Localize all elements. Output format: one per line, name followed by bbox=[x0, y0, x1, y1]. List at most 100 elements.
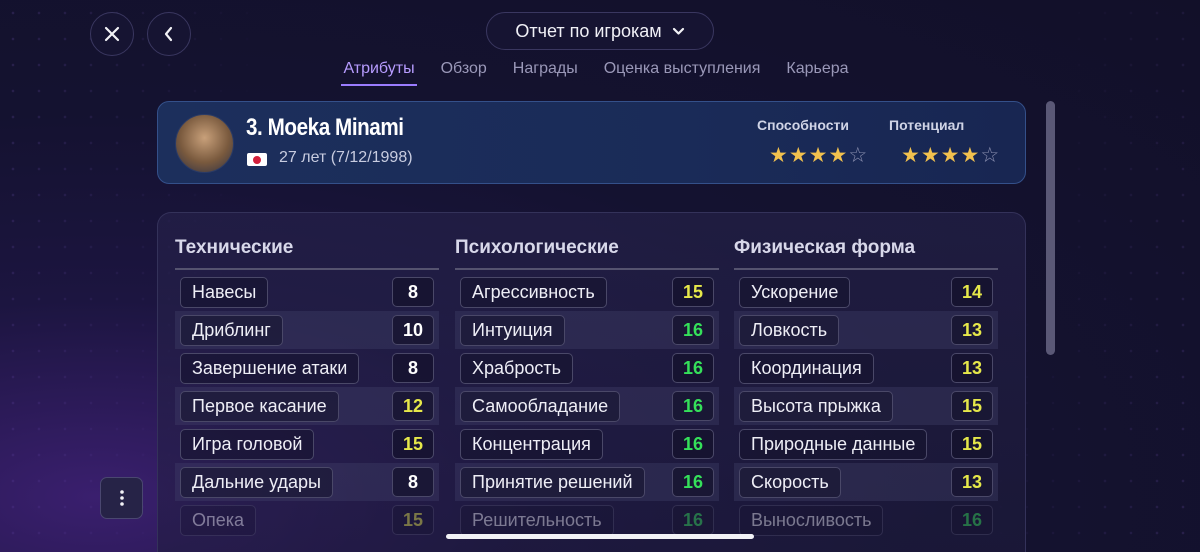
attribute-value: 16 bbox=[672, 391, 714, 421]
attribute-value: 8 bbox=[392, 353, 434, 383]
attribute-row[interactable]: Опека 15 bbox=[175, 501, 439, 539]
attribute-value: 16 bbox=[672, 505, 714, 535]
star-filled-icon: ★ bbox=[920, 143, 941, 167]
tab-performance[interactable]: Оценка выступления bbox=[602, 58, 763, 86]
attribute-value: 15 bbox=[951, 391, 993, 421]
attribute-list: Навесы 8 Дриблинг 10 Завершение атаки 8 Первое… bbox=[175, 273, 439, 539]
attribute-name: Ускорение bbox=[739, 276, 851, 308]
attribute-value: 13 bbox=[951, 315, 993, 345]
attribute-row[interactable]: Завершение атаки 8 bbox=[175, 349, 439, 387]
attribute-row[interactable]: Координация 13 bbox=[734, 349, 998, 387]
tab-career[interactable]: Карьера bbox=[784, 58, 850, 86]
player-name: 3. Moeka Minami bbox=[246, 114, 404, 141]
star-empty-icon: ☆ bbox=[848, 143, 869, 167]
star-empty-icon: ☆ bbox=[980, 143, 1001, 167]
attribute-value: 8 bbox=[392, 467, 434, 497]
attribute-value: 16 bbox=[672, 467, 714, 497]
attribute-name: Первое касание bbox=[180, 390, 339, 422]
attribute-row[interactable]: Дальние удары 8 bbox=[175, 463, 439, 501]
attribute-name: Завершение атаки bbox=[180, 352, 360, 384]
star-filled-icon: ★ bbox=[788, 143, 809, 167]
attribute-name: Выносливость bbox=[739, 504, 884, 536]
attribute-row[interactable]: Высота прыжка 15 bbox=[734, 387, 998, 425]
attribute-name: Ловкость bbox=[739, 314, 840, 346]
tab-overview[interactable]: Обзор bbox=[439, 58, 489, 86]
potential-label: Потенциал bbox=[889, 117, 965, 133]
attribute-row[interactable]: Игра головой 15 bbox=[175, 425, 439, 463]
star-filled-icon: ★ bbox=[940, 143, 961, 167]
attribute-row[interactable]: Концентрация 16 bbox=[455, 425, 719, 463]
attributes-panel: Технические Навесы 8 Дриблинг 10 Завершение … bbox=[157, 212, 1026, 552]
attribute-name: Координация bbox=[739, 352, 874, 384]
attribute-name: Принятие решений bbox=[460, 466, 645, 498]
star-filled-icon: ★ bbox=[808, 143, 829, 167]
attribute-value: 16 bbox=[951, 505, 993, 535]
ability-stars: ★★★★☆ bbox=[769, 145, 868, 166]
attribute-value: 15 bbox=[392, 505, 434, 535]
attribute-list: Агрессивность 15 Интуиция 16 Храбрость 16 Само… bbox=[455, 273, 719, 539]
attribute-row[interactable]: Принятие решений 16 bbox=[455, 463, 719, 501]
chevron-down-icon bbox=[672, 27, 684, 35]
chevron-left-icon bbox=[164, 26, 173, 42]
scrollbar[interactable] bbox=[1046, 101, 1055, 355]
back-button[interactable] bbox=[147, 12, 191, 56]
attribute-row[interactable]: Выносливость 16 bbox=[734, 501, 998, 539]
attribute-row[interactable]: Дриблинг 10 bbox=[175, 311, 439, 349]
column-title: Технические bbox=[175, 237, 439, 270]
more-options-button[interactable] bbox=[100, 477, 143, 519]
star-filled-icon: ★ bbox=[960, 143, 981, 167]
attribute-row[interactable]: Скорость 13 bbox=[734, 463, 998, 501]
attribute-value: 16 bbox=[672, 429, 714, 459]
report-tabs: Атрибуты Обзор Награды Оценка выступлени… bbox=[0, 58, 1200, 86]
attribute-name: Скорость bbox=[739, 466, 841, 498]
column-title: Психологические bbox=[455, 237, 719, 270]
attribute-name: Опека bbox=[180, 504, 257, 536]
japan-flag-icon bbox=[247, 153, 267, 166]
attribute-name: Высота прыжка bbox=[739, 390, 893, 422]
attribute-value: 13 bbox=[951, 353, 993, 383]
player-age: 27 лет (7/12/1998) bbox=[279, 149, 413, 166]
attribute-value: 8 bbox=[392, 277, 434, 307]
attribute-row[interactable]: Самообладание 16 bbox=[455, 387, 719, 425]
column-physical: Физическая форма Ускорение 14 Ловкость 13 Ко… bbox=[734, 237, 998, 539]
potential-stars: ★★★★☆ bbox=[901, 145, 1000, 166]
more-vertical-icon bbox=[119, 490, 124, 506]
close-icon bbox=[104, 26, 120, 42]
attribute-name: Храбрость bbox=[460, 352, 573, 384]
attribute-value: 16 bbox=[672, 315, 714, 345]
attribute-name: Дриблинг bbox=[180, 314, 283, 346]
attribute-list: Ускорение 14 Ловкость 13 Координация 13 Высота… bbox=[734, 273, 998, 539]
column-technical: Технические Навесы 8 Дриблинг 10 Завершение … bbox=[175, 237, 439, 539]
attribute-value: 16 bbox=[672, 353, 714, 383]
home-indicator[interactable] bbox=[446, 534, 754, 539]
attribute-row[interactable]: Интуиция 16 bbox=[455, 311, 719, 349]
attribute-value: 12 bbox=[392, 391, 434, 421]
attribute-value: 14 bbox=[951, 277, 993, 307]
report-dropdown[interactable]: Отчет по игрокам bbox=[486, 12, 714, 50]
tab-awards[interactable]: Награды bbox=[511, 58, 580, 86]
player-card: 3. Moeka Minami 27 лет (7/12/1998) Спосо… bbox=[157, 101, 1026, 184]
attribute-row[interactable]: Ускорение 14 bbox=[734, 273, 998, 311]
attribute-row[interactable]: Первое касание 12 bbox=[175, 387, 439, 425]
column-title: Физическая форма bbox=[734, 237, 998, 270]
attribute-name: Самообладание bbox=[460, 390, 621, 422]
attribute-name: Решительность bbox=[460, 504, 614, 536]
star-filled-icon: ★ bbox=[769, 143, 789, 167]
attribute-row[interactable]: Агрессивность 15 bbox=[455, 273, 719, 311]
close-button[interactable] bbox=[90, 12, 134, 56]
attribute-value: 13 bbox=[951, 467, 993, 497]
attribute-value: 15 bbox=[392, 429, 434, 459]
attribute-name: Навесы bbox=[180, 276, 269, 308]
attribute-name: Агрессивность bbox=[460, 276, 607, 308]
attribute-name: Природные данные bbox=[739, 428, 928, 460]
attribute-row[interactable]: Навесы 8 bbox=[175, 273, 439, 311]
attribute-value: 15 bbox=[672, 277, 714, 307]
column-mental: Психологические Агрессивность 15 Интуиция 1… bbox=[455, 237, 719, 539]
attribute-row[interactable]: Природные данные 15 bbox=[734, 425, 998, 463]
ability-label: Способности bbox=[757, 117, 849, 133]
tab-attributes[interactable]: Атрибуты bbox=[341, 58, 417, 86]
attribute-value: 15 bbox=[951, 429, 993, 459]
attribute-row[interactable]: Ловкость 13 bbox=[734, 311, 998, 349]
attribute-row[interactable]: Храбрость 16 bbox=[455, 349, 719, 387]
attribute-name: Интуиция bbox=[460, 314, 565, 346]
